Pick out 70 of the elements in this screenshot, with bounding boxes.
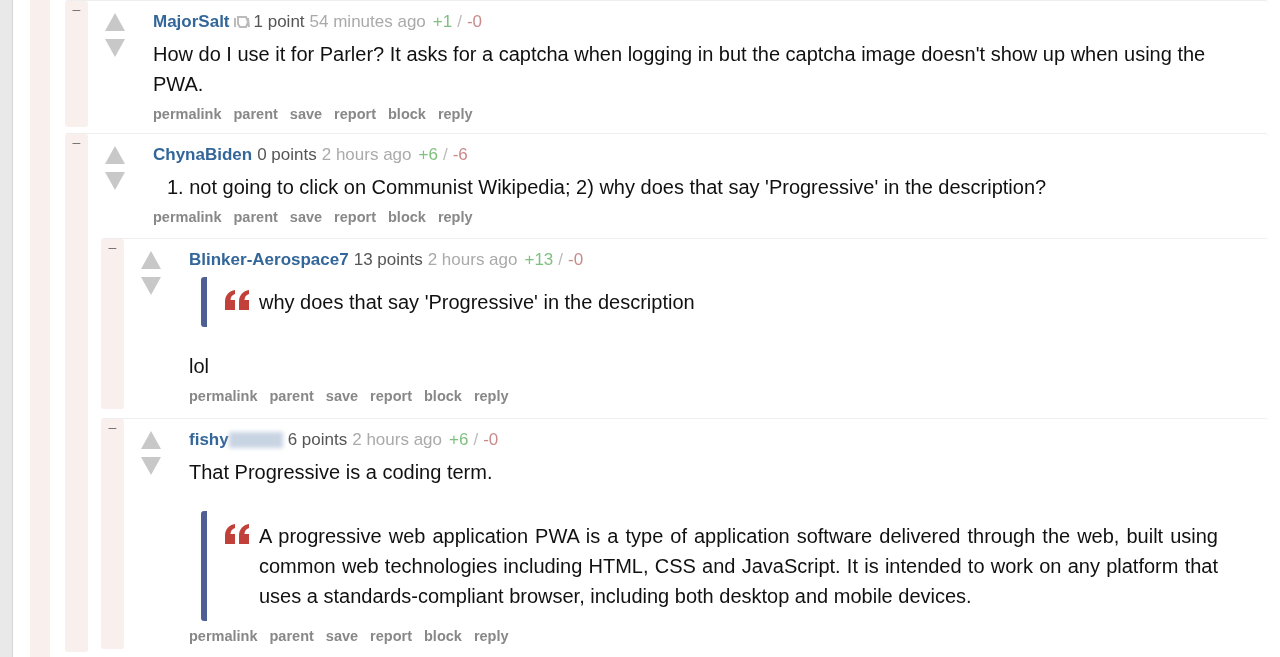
action-link[interactable]: report xyxy=(370,626,412,646)
action-link[interactable]: parent xyxy=(269,626,314,646)
action-link[interactable]: reply xyxy=(473,386,509,406)
action-link[interactable]: parent xyxy=(233,207,278,227)
points-text: 0 points xyxy=(257,144,317,166)
vote-separator: / xyxy=(473,429,479,451)
time-text: 2 hours ago xyxy=(352,429,443,451)
time-text: 54 minutes ago xyxy=(309,11,426,33)
vote-separator: / xyxy=(558,249,564,271)
quote-icon xyxy=(225,290,250,310)
quote-text: why does that say 'Progressive' in the description xyxy=(259,290,696,315)
points-text: 13 points xyxy=(353,249,423,271)
action-link[interactable]: report xyxy=(334,207,376,227)
redaction-blur xyxy=(228,432,283,448)
comment-text: That Progressive is a coding term. xyxy=(189,460,494,485)
collapse-button[interactable]: – xyxy=(101,419,124,435)
action-link[interactable]: save xyxy=(325,626,359,646)
comment-text: How do I use it for Parler? It asks for a captcha when logging in but the captcha image doesn't show up when using the PWA. xyxy=(153,42,1207,97)
username-link[interactable]: ChynaBiden xyxy=(153,143,253,167)
downvote-count: -0 xyxy=(483,429,499,451)
downvote-icon[interactable] xyxy=(105,39,125,57)
action-link[interactable]: permalink xyxy=(153,207,222,227)
points-text: 1 point xyxy=(253,11,305,33)
action-link[interactable]: save xyxy=(289,104,323,124)
action-link[interactable]: reply xyxy=(473,626,509,646)
upvote-icon[interactable] xyxy=(141,431,161,449)
vote-separator: / xyxy=(457,11,462,33)
action-link[interactable]: parent xyxy=(233,104,278,124)
upvote-count: +6 xyxy=(418,144,438,166)
action-link[interactable]: report xyxy=(370,386,412,406)
downvote-icon[interactable] xyxy=(141,277,161,295)
action-link[interactable]: report xyxy=(334,104,376,124)
action-link[interactable]: block xyxy=(424,386,462,406)
action-link[interactable]: block xyxy=(388,207,426,227)
comment-text: lol xyxy=(189,354,210,379)
action-link[interactable]: reply xyxy=(437,207,473,227)
downvote-count: -6 xyxy=(452,144,468,166)
upvote-count: +13 xyxy=(524,249,554,271)
collapse-button[interactable]: – xyxy=(101,239,124,255)
action-link[interactable]: block xyxy=(424,626,462,646)
action-link[interactable]: block xyxy=(388,104,426,124)
points-text: 6 points xyxy=(287,429,348,451)
quote-text: A progressive web application PWA is a type of application software delivered through the web, built using common web technologies including HTML, CSS and JavaScript. It is intended to work on any platform that uses a standards-compliant browser, including both desktop and mobile devices. xyxy=(259,524,1219,609)
quote-icon xyxy=(225,524,250,544)
action-link[interactable]: permalink xyxy=(189,386,258,406)
username-link[interactable]: Blinker-Aerospace7 xyxy=(189,248,349,272)
username-link[interactable]: MajorSalt xyxy=(153,10,230,34)
upvote-icon[interactable] xyxy=(105,146,125,164)
upvote-icon[interactable] xyxy=(105,13,125,31)
upvote-count: +6 xyxy=(449,429,469,451)
collapse-button[interactable]: – xyxy=(65,134,88,150)
username-link[interactable]: fishy xyxy=(189,428,229,452)
downvote-count: -0 xyxy=(466,11,483,33)
collapse-button[interactable]: – xyxy=(65,1,88,17)
action-link[interactable]: save xyxy=(289,207,323,227)
action-link[interactable]: save xyxy=(325,386,359,406)
action-link[interactable]: permalink xyxy=(153,104,222,124)
action-link[interactable]: reply xyxy=(437,104,473,124)
time-text: 2 hours ago xyxy=(321,144,412,166)
upvote-count: +1 xyxy=(432,11,453,33)
downvote-count: -0 xyxy=(568,249,584,271)
action-link[interactable]: parent xyxy=(269,386,314,406)
upvote-icon[interactable] xyxy=(141,251,161,269)
downvote-icon[interactable] xyxy=(141,457,161,475)
action-link[interactable]: permalink xyxy=(189,626,258,646)
flair-icon xyxy=(233,15,250,29)
comment-text: 1. not going to click on Communist Wikipedia; 2) why does that say 'Progressive' in the description? xyxy=(166,175,1048,200)
vote-separator: / xyxy=(442,144,448,166)
downvote-icon[interactable] xyxy=(105,172,125,190)
time-text: 2 hours ago xyxy=(427,249,518,271)
